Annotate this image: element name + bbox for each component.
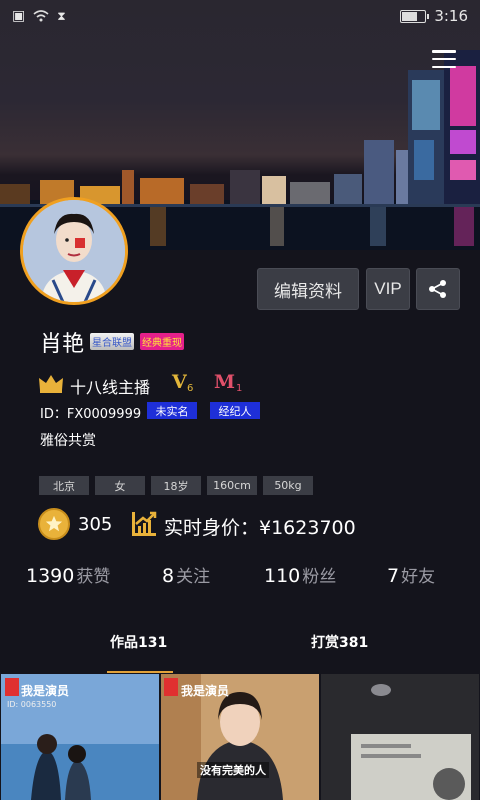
tab-works[interactable]: 作品131 <box>110 632 167 652</box>
status-time: 3:16 <box>434 7 468 25</box>
sim-icon: ▣ <box>12 8 26 24</box>
agent-tag[interactable]: 经纪人 <box>210 402 260 419</box>
active-tab-indicator <box>107 671 173 673</box>
user-id: ID：FX0009999 <box>40 407 142 422</box>
stats-row: 1390 获赞 8 关注 110 粉丝 7 好友 <box>0 562 480 588</box>
info-tags: 北京 女 18岁 160cm 50kg <box>39 476 313 495</box>
avatar-image <box>23 200 125 302</box>
stat-fans-label: 粉丝 <box>302 567 337 587</box>
menu-icon[interactable] <box>432 50 456 68</box>
work-caption: 我是演员 <box>21 684 70 698</box>
valuation-text: 实时身价：¥1623700 <box>164 517 356 539</box>
stat-friends-label: 好友 <box>401 567 436 587</box>
content-tabs: 作品131 打赏381 <box>0 628 480 674</box>
gender-tag: 女 <box>95 476 145 495</box>
level-m-badge: M <box>214 371 236 393</box>
battery-icon <box>400 9 430 23</box>
stat-friends[interactable]: 7 好友 <box>387 562 435 587</box>
unverified-tag[interactable]: 未实名 <box>147 402 197 419</box>
height-tag: 160cm <box>207 476 257 495</box>
coin-count: 305 <box>78 514 113 535</box>
rank-label: 十八线主播 <box>70 378 151 397</box>
stat-likes-number: 1390 <box>26 565 75 587</box>
city-tag: 北京 <box>39 476 89 495</box>
age-tag: 18岁 <box>151 476 201 495</box>
work-thumbnail[interactable] <box>321 674 479 800</box>
crown-icon <box>39 375 63 393</box>
stat-following-number: 8 <box>162 565 175 587</box>
wifi-icon <box>33 10 49 22</box>
avatar[interactable] <box>20 197 128 305</box>
work-thumbnail[interactable]: 我是演员 没有完美的人 <box>161 674 319 800</box>
level-v-number: 6 <box>187 383 194 394</box>
work-caption: 我是演员 <box>181 684 230 698</box>
status-bar: ▣ ⧗ 3:16 <box>0 0 480 32</box>
trend-up-icon <box>132 511 157 536</box>
works-grid: 我是演员 ID: 0063550 我是演员 没有完美的人 <box>0 674 480 800</box>
work-subcaption: ID: 0063550 <box>7 700 57 709</box>
tab-rewards[interactable]: 打赏381 <box>311 632 368 652</box>
vip-button[interactable]: VIP <box>366 268 410 310</box>
share-button[interactable] <box>416 268 460 310</box>
profile-name: 肖艳 <box>40 332 85 357</box>
level-m-number: 1 <box>236 383 243 394</box>
theater-scene-image <box>321 674 479 800</box>
stat-friends-number: 7 <box>387 565 400 587</box>
work-thumbnail[interactable]: 我是演员 ID: 0063550 <box>1 674 159 800</box>
stat-following[interactable]: 8 关注 <box>162 562 210 587</box>
hourglass-icon: ⧗ <box>57 8 66 23</box>
share-icon <box>429 280 446 298</box>
stat-likes-label: 获赞 <box>76 567 111 587</box>
level-v-badge: V <box>172 371 187 393</box>
stat-following-label: 关注 <box>176 567 211 587</box>
stat-fans-number: 110 <box>264 565 301 587</box>
edit-profile-button[interactable]: 编辑资料 <box>257 268 359 310</box>
alliance-tag: 星合联盟 <box>90 333 134 350</box>
weight-tag: 50kg <box>263 476 313 495</box>
profile-motto: 雅俗共赏 <box>40 433 96 449</box>
coin-star-icon <box>38 508 70 540</box>
classic-tag: 经典重现 <box>140 333 184 350</box>
stat-likes[interactable]: 1390 获赞 <box>26 562 110 587</box>
work-overlay-text: 没有完美的人 <box>197 762 269 778</box>
stat-fans[interactable]: 110 粉丝 <box>264 562 336 587</box>
